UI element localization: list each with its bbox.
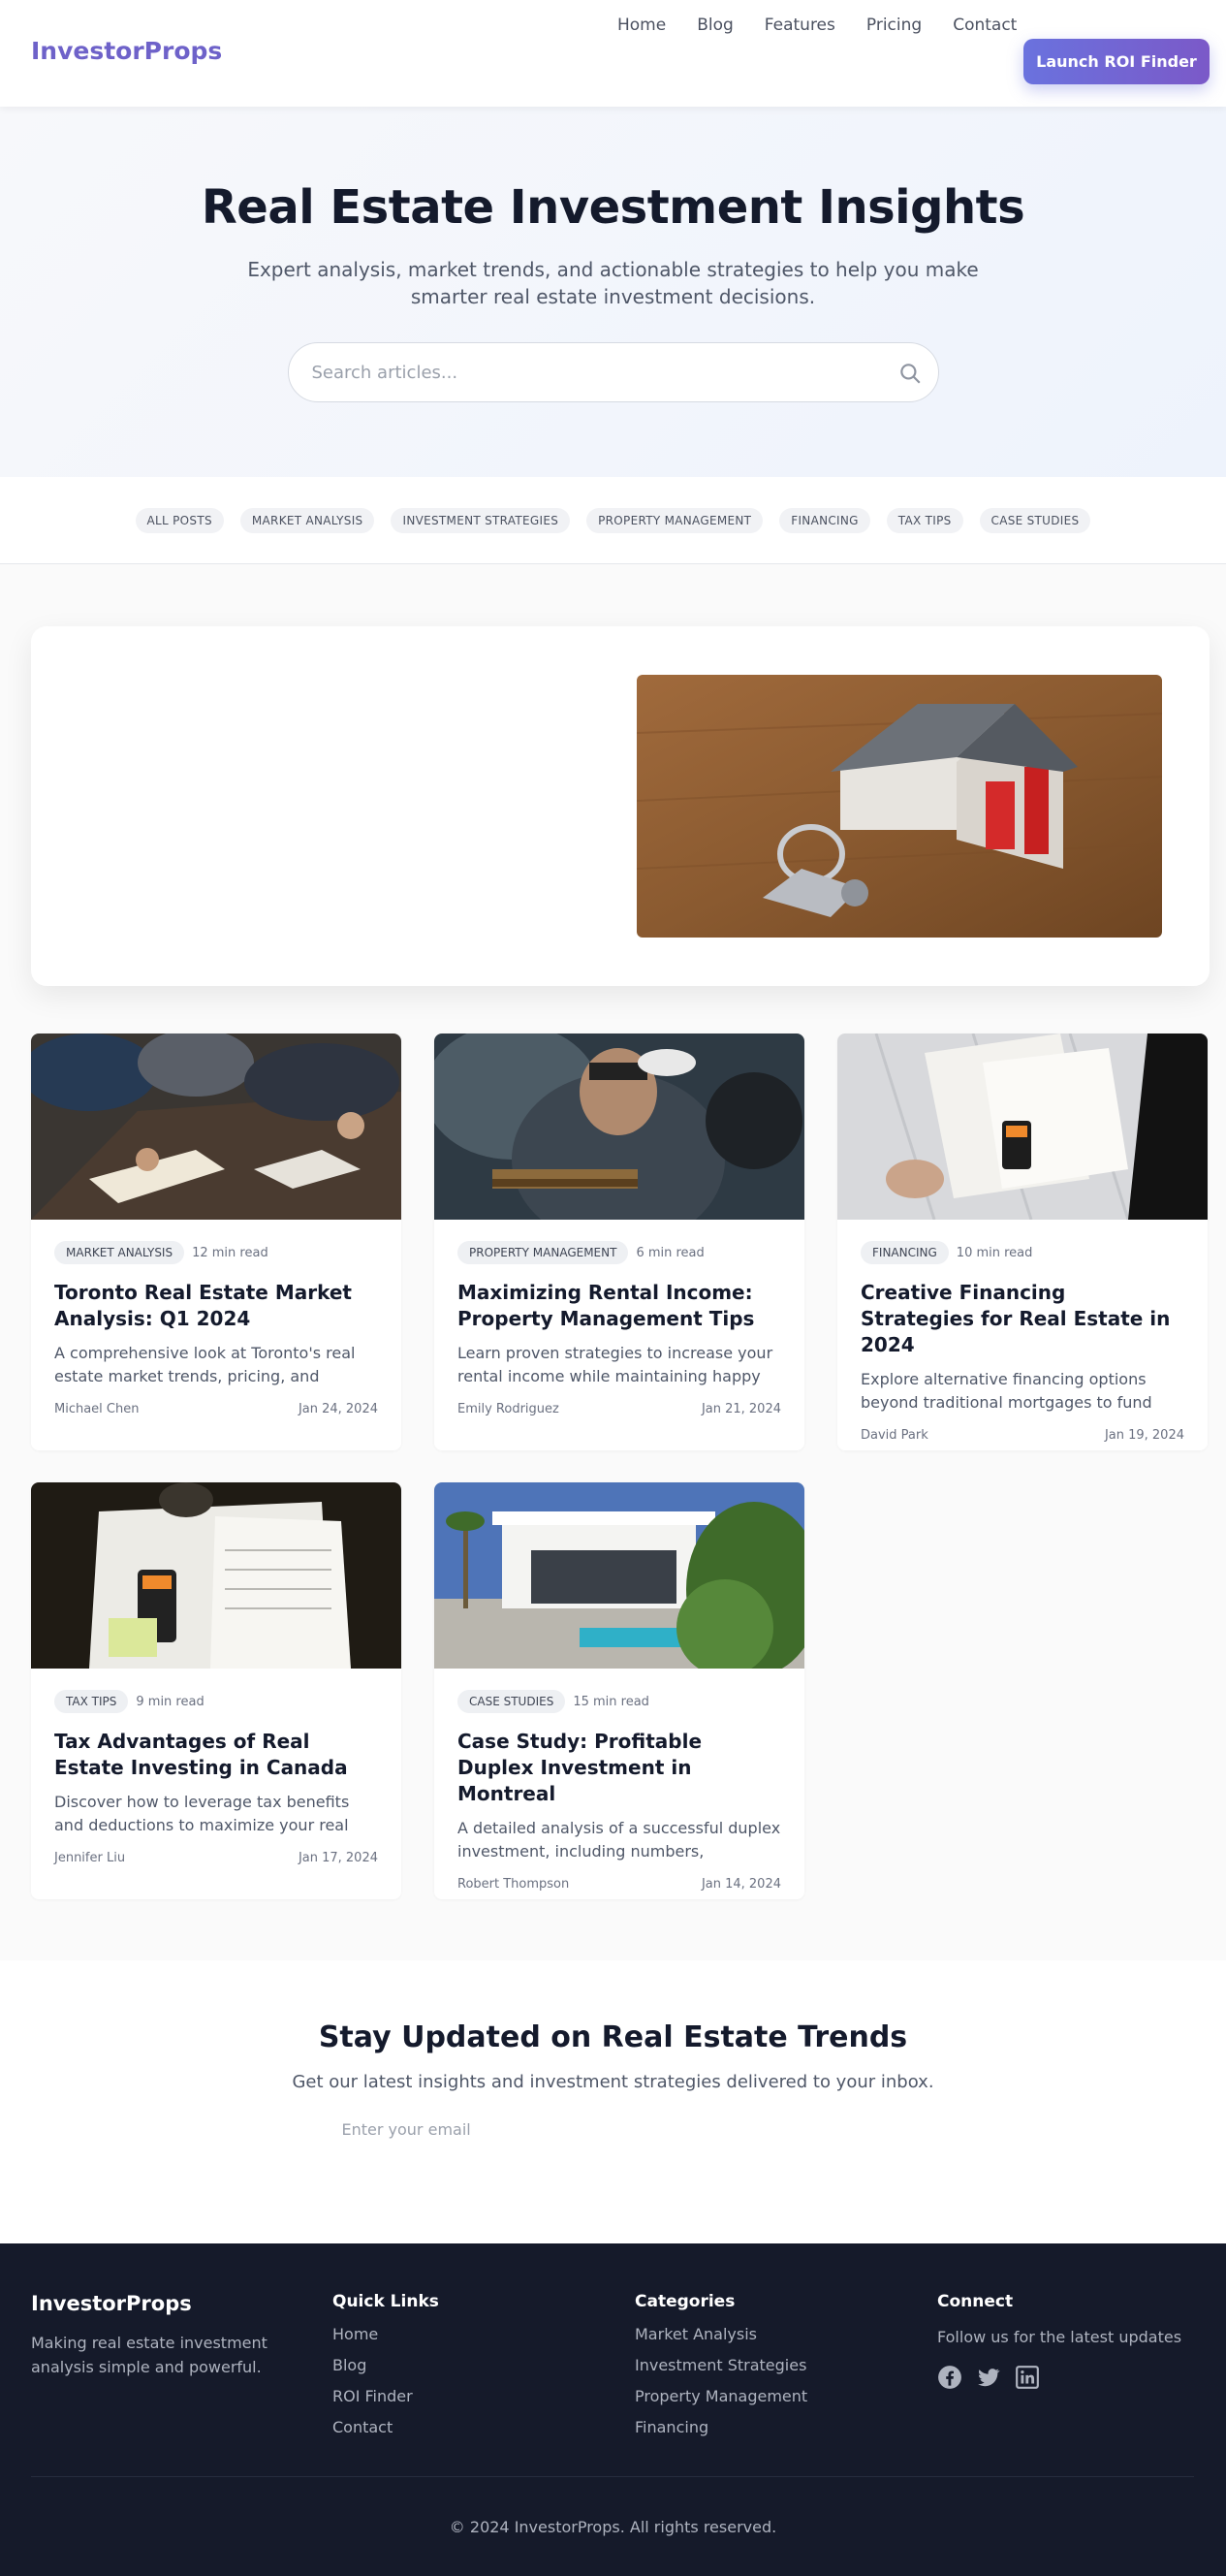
featured-post-image[interactable]: [637, 675, 1162, 938]
post-date: Jan 17, 2024: [298, 1851, 378, 1865]
read-time: 9 min read: [136, 1694, 204, 1709]
post-title[interactable]: Toronto Real Estate Market Analysis: Q1 …: [54, 1280, 378, 1332]
search-icon[interactable]: [897, 361, 923, 386]
category-market-analysis[interactable]: MARKET ANALYSIS: [239, 507, 375, 533]
nav-features[interactable]: Features: [765, 16, 835, 35]
post-excerpt: Learn proven strategies to increase your…: [457, 1344, 773, 1385]
site-logo[interactable]: InvestorProps: [31, 37, 222, 65]
facebook-icon[interactable]: [937, 2365, 962, 2390]
nav-home[interactable]: Home: [617, 16, 666, 35]
post-image-meeting[interactable]: [31, 1034, 401, 1220]
page-title: Real Estate Investment Insights: [201, 180, 1025, 235]
post-image-tax-forms[interactable]: [31, 1482, 401, 1669]
footer-category-financing[interactable]: Financing: [635, 2418, 807, 2441]
post-date: Jan 21, 2024: [701, 1402, 781, 1416]
post-category-tag: CASE STUDIES: [457, 1690, 566, 1713]
category-investment-strategies[interactable]: INVESTMENT STRATEGIES: [391, 507, 571, 533]
post-title[interactable]: Tax Advantages of Real Estate Investing …: [54, 1729, 378, 1781]
post-card[interactable]: FINANCING 10 min read Creative Financing…: [837, 1034, 1208, 1450]
post-excerpt: A comprehensive look at Toronto's real e…: [54, 1344, 356, 1385]
post-card[interactable]: MARKET ANALYSIS 12 min read Toronto Real…: [31, 1034, 401, 1450]
post-category-tag: FINANCING: [861, 1241, 949, 1264]
footer-logo[interactable]: InvestorProps: [31, 2292, 283, 2315]
post-title[interactable]: Case Study: Profitable Duplex Investment…: [457, 1729, 781, 1807]
newsletter-section: Stay Updated on Real Estate Trends Get o…: [0, 1960, 1226, 2243]
post-excerpt: A detailed analysis of a successful dupl…: [457, 1819, 781, 1860]
footer-link-home[interactable]: Home: [332, 2325, 439, 2348]
read-time: 15 min read: [573, 1694, 649, 1709]
featured-post-card[interactable]: [31, 626, 1210, 986]
quick-links-title: Quick Links: [332, 2292, 439, 2311]
post-image-worker[interactable]: [434, 1034, 804, 1220]
post-author: Michael Chen: [54, 1402, 140, 1416]
footer-link-blog[interactable]: Blog: [332, 2356, 439, 2379]
post-title[interactable]: Creative Financing Strategies for Real E…: [861, 1280, 1184, 1358]
copyright: © 2024 InvestorProps. All rights reserve…: [449, 2518, 777, 2536]
footer-quick-links: Quick Links Home Blog ROI Finder Contact: [332, 2292, 439, 2449]
category-case-studies[interactable]: CASE STUDIES: [979, 507, 1091, 533]
social-links: [937, 2365, 1189, 2390]
post-card[interactable]: CASE STUDIES 15 min read Case Study: Pro…: [434, 1482, 804, 1899]
read-time: 10 min read: [956, 1245, 1033, 1260]
footer-description: Making real estate investment analysis s…: [31, 2334, 267, 2376]
hero-section: Real Estate Investment Insights Expert a…: [0, 107, 1226, 477]
footer-connect: Connect Follow us for the latest updates: [937, 2292, 1189, 2390]
twitter-icon[interactable]: [976, 2365, 1001, 2390]
post-image-modern-house[interactable]: [434, 1482, 804, 1669]
post-author: David Park: [861, 1428, 928, 1443]
post-date: Jan 14, 2024: [701, 1877, 781, 1892]
newsletter-title: Stay Updated on Real Estate Trends: [318, 2020, 908, 2054]
connect-text: Follow us for the latest updates: [937, 2328, 1182, 2346]
email-field[interactable]: [331, 2110, 749, 2148]
hero-subtitle: Expert analysis, market trends, and acti…: [247, 258, 979, 308]
post-excerpt: Explore alternative financing options be…: [861, 1370, 1152, 1412]
post-author: Emily Rodriguez: [457, 1402, 559, 1416]
footer-brand: InvestorProps Making real estate investm…: [31, 2292, 283, 2379]
footer-link-contact[interactable]: Contact: [332, 2418, 439, 2441]
footer-categories: Categories Market Analysis Investment St…: [635, 2292, 807, 2449]
nav-contact[interactable]: Contact: [953, 16, 1017, 35]
category-all-posts[interactable]: ALL POSTS: [135, 507, 224, 533]
post-card[interactable]: PROPERTY MANAGEMENT 6 min read Maximizin…: [434, 1034, 804, 1450]
read-time: 12 min read: [192, 1245, 268, 1260]
post-category-tag: PROPERTY MANAGEMENT: [457, 1241, 629, 1264]
main-nav: Home Blog Features Pricing Contact: [617, 16, 1048, 35]
category-tax-tips[interactable]: TAX TIPS: [886, 507, 963, 533]
read-time: 6 min read: [636, 1245, 705, 1260]
search-input[interactable]: [288, 343, 938, 401]
footer-category-property-management[interactable]: Property Management: [635, 2387, 807, 2410]
site-header: InvestorProps Home Blog Features Pricing…: [0, 0, 1226, 107]
post-title[interactable]: Maximizing Rental Income: Property Manag…: [457, 1280, 781, 1332]
post-author: Jennifer Liu: [54, 1851, 126, 1865]
post-category-tag: MARKET ANALYSIS: [54, 1241, 185, 1264]
post-image-documents[interactable]: [837, 1034, 1208, 1220]
category-filter-bar: ALL POSTS MARKET ANALYSIS INVESTMENT STR…: [0, 477, 1226, 564]
newsletter-subtitle: Get our latest insights and investment s…: [292, 2072, 934, 2092]
connect-title: Connect: [937, 2292, 1014, 2311]
post-date: Jan 19, 2024: [1104, 1428, 1184, 1443]
post-category-tag: TAX TIPS: [54, 1690, 129, 1713]
post-date: Jan 24, 2024: [298, 1402, 378, 1416]
post-author: Robert Thompson: [457, 1877, 570, 1892]
categories-title: Categories: [635, 2292, 736, 2311]
footer-link-roi-finder[interactable]: ROI Finder: [332, 2387, 439, 2410]
category-financing[interactable]: FINANCING: [779, 507, 870, 533]
post-excerpt: Discover how to leverage tax benefits an…: [54, 1793, 350, 1834]
footer-category-market-analysis[interactable]: Market Analysis: [635, 2325, 807, 2348]
category-property-management[interactable]: PROPERTY MANAGEMENT: [586, 507, 764, 533]
footer-divider: [31, 2476, 1194, 2477]
launch-roi-finder-button[interactable]: Launch ROI Finder: [1023, 39, 1210, 84]
search-box: [287, 342, 939, 402]
footer-category-investment-strategies[interactable]: Investment Strategies: [635, 2356, 807, 2379]
nav-pricing[interactable]: Pricing: [866, 16, 922, 35]
nav-blog[interactable]: Blog: [697, 16, 734, 35]
post-card[interactable]: TAX TIPS 9 min read Tax Advantages of Re…: [31, 1482, 401, 1899]
linkedin-icon[interactable]: [1015, 2365, 1040, 2390]
site-footer: InvestorProps Making real estate investm…: [0, 2243, 1226, 2576]
